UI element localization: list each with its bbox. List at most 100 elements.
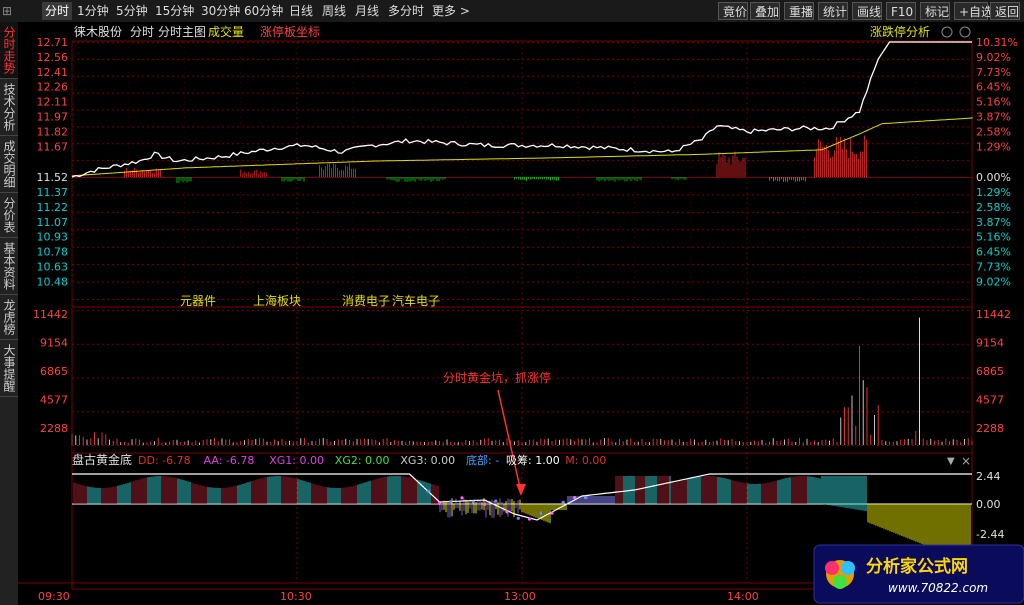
side-tab-price-table[interactable]: 分价表 xyxy=(0,193,18,238)
axis-label: 2.58% xyxy=(976,201,1011,214)
indicator-close-icon[interactable]: × xyxy=(961,454,971,468)
indicator-name[interactable]: 盘古黄金底 xyxy=(72,452,132,467)
axis-label: 11.97 xyxy=(37,111,69,124)
indicator-dot xyxy=(471,500,475,504)
indicator-param: XG1: 0.00 xyxy=(269,454,324,467)
time-label: 14:00 xyxy=(727,590,759,603)
mark-button[interactable]: 标记 xyxy=(920,2,950,20)
indicator-param: XG2: 0.00 xyxy=(335,454,390,467)
tab-more[interactable]: 更多 > xyxy=(432,2,470,20)
indicator-param: 吸筹: 1.00 xyxy=(506,453,560,467)
axis-label: 11442 xyxy=(976,308,1011,321)
axis-label: 9.02% xyxy=(976,275,1011,288)
f10-button[interactable]: F10 xyxy=(886,2,916,20)
axis-label: 12.71 xyxy=(37,36,69,49)
indicator-dot xyxy=(494,499,498,503)
tab-weekly[interactable]: 周线 xyxy=(322,2,346,20)
side-tab-profile[interactable]: 基本资料 xyxy=(0,238,18,295)
overlay-button[interactable]: 叠加 xyxy=(750,2,780,20)
price-axis-left-up: 12.71 12.56 12.41 12.26 12.11 11.9711.82 11.67 xyxy=(37,36,69,153)
axis-label: 6.45% xyxy=(976,246,1011,259)
indicator-dot xyxy=(449,500,453,504)
axis-label: 10.78 xyxy=(37,246,69,259)
axis-label: 11.22 xyxy=(37,201,69,214)
indicator-param: M: 0.00 xyxy=(565,454,606,467)
stats-button[interactable]: 统计 xyxy=(818,2,848,20)
indicator-params: DD: -6.78 AA: -6.78 XG1: 0.00 XG2: 0.00 XG3:… xyxy=(138,453,606,467)
time-label: 09:30 xyxy=(38,590,70,603)
tab-multi-fenshi[interactable]: 多分时 xyxy=(388,2,424,20)
side-tab-trades[interactable]: 成交明细 xyxy=(0,136,18,193)
axis-label: 6.45% xyxy=(976,81,1011,94)
tab-1min[interactable]: 1分钟 xyxy=(77,2,109,20)
indicator-dot xyxy=(426,489,430,493)
side-tab-events[interactable]: 大事提醒 xyxy=(0,340,18,397)
side-tab-technical[interactable]: 技术分析 xyxy=(0,79,18,136)
volume-label[interactable]: 成交量 xyxy=(208,24,244,39)
sector-tag-components[interactable]: 元器件 xyxy=(180,294,216,308)
mode-label[interactable]: 分时 xyxy=(130,25,154,39)
stock-name: 徕木股份 xyxy=(74,25,122,39)
auction-button[interactable]: 竟价 xyxy=(718,2,748,20)
replay-button[interactable]: 重播 xyxy=(784,2,814,20)
main-chart-label[interactable]: 分时主图 xyxy=(158,25,206,39)
axis-label: 3.87% xyxy=(976,111,1011,124)
tab-60min[interactable]: 60分钟 xyxy=(244,2,283,20)
axis-label: 11.07 xyxy=(37,216,69,229)
axis-label: 10.63 xyxy=(37,261,69,274)
indicator-dot xyxy=(572,495,577,500)
axis-label: 12.56 xyxy=(37,51,69,64)
tab-15min[interactable]: 15分钟 xyxy=(155,2,194,20)
axis-label: 6865 xyxy=(976,365,1004,378)
indicator-param: XG3: 0.00 xyxy=(400,454,455,467)
time-label: 13:00 xyxy=(504,590,536,603)
tab-5min[interactable]: 5分钟 xyxy=(116,2,148,20)
sector-tag-consumer-electronics[interactable]: 消费电子 xyxy=(342,294,390,308)
watermark-title: 分析家公式网 xyxy=(866,556,968,577)
side-tab-fenshi[interactable]: 分时走势 xyxy=(0,22,18,79)
indicator-dot xyxy=(539,511,543,515)
back-button[interactable]: 返回 xyxy=(990,2,1020,20)
axis-label: 12.26 xyxy=(37,81,69,94)
pct-axis-right-down: 1.29% 2.58% 3.87% 5.16% 6.45% 7.73%9.02% xyxy=(976,186,1011,288)
watermark-url: www.70822.com xyxy=(888,581,988,595)
axis-label: 5.16% xyxy=(976,231,1011,244)
pct-center-label: 0.00% xyxy=(976,171,1011,184)
tab-30min[interactable]: 30分钟 xyxy=(201,2,240,20)
menu-icon[interactable]: ⊞ xyxy=(2,2,16,20)
top-toolbar: ⊞ 分时 1分钟 5分钟 15分钟 30分钟 60分钟 日线 周线 月线 多分时… xyxy=(0,0,1024,23)
price-center-label: 11.52 xyxy=(37,171,69,184)
axis-label: 6865 xyxy=(40,365,68,378)
add-watchlist-button[interactable]: +自选 xyxy=(954,2,993,20)
tab-daily[interactable]: 日线 xyxy=(289,2,313,20)
sector-tag-auto-electronics[interactable]: 汽车电子 xyxy=(392,293,440,308)
indicator-param: AA: -6.78 xyxy=(204,454,255,467)
annotation-text: 分时黄金坑，抓涨停 xyxy=(443,370,551,385)
axis-label: 2288 xyxy=(976,422,1004,435)
axis-label: 12.11 xyxy=(37,96,69,109)
draw-button[interactable]: 画线 xyxy=(852,2,882,20)
indicator-dot xyxy=(516,516,520,520)
indicator-param: DD: -6.78 xyxy=(138,454,191,467)
axis-label: 11.37 xyxy=(37,186,69,199)
price-axis-left-down: 11.37 11.22 11.07 10.93 10.78 10.6310.48 xyxy=(37,186,69,288)
limit-analysis-label[interactable]: 涨跌停分析 xyxy=(870,24,930,39)
indicator-axis-label: 2.44 xyxy=(976,470,1001,483)
intraday-chart[interactable]: 徕木股份 分时 分时主图 成交量 涨停板坐标 涨跌停分析 12.71 12.56 1… xyxy=(18,22,1024,605)
axis-label: 5.16% xyxy=(976,96,1011,109)
tab-fenshi[interactable]: 分时 xyxy=(42,2,73,20)
axis-label: 3.87% xyxy=(976,216,1011,229)
indicator-dot xyxy=(460,496,464,500)
side-tab-dragon-tiger[interactable]: 龙虎榜 xyxy=(0,295,18,340)
axis-label: 9154 xyxy=(976,337,1004,350)
indicator-menu-icon[interactable]: ▼ xyxy=(947,456,955,467)
axis-label: 4577 xyxy=(40,394,68,407)
axis-label: 9154 xyxy=(40,337,68,350)
tab-monthly[interactable]: 月线 xyxy=(355,2,379,20)
axis-label: 7.73% xyxy=(976,66,1011,79)
indicator-dot xyxy=(550,511,554,515)
limit-coord-label[interactable]: 涨停板坐标 xyxy=(260,24,320,39)
sector-tag-shanghai[interactable]: 上海板块 xyxy=(253,293,301,308)
axis-label: 11.82 xyxy=(37,125,69,138)
indicator-axis-label: 0.00 xyxy=(976,498,1001,511)
